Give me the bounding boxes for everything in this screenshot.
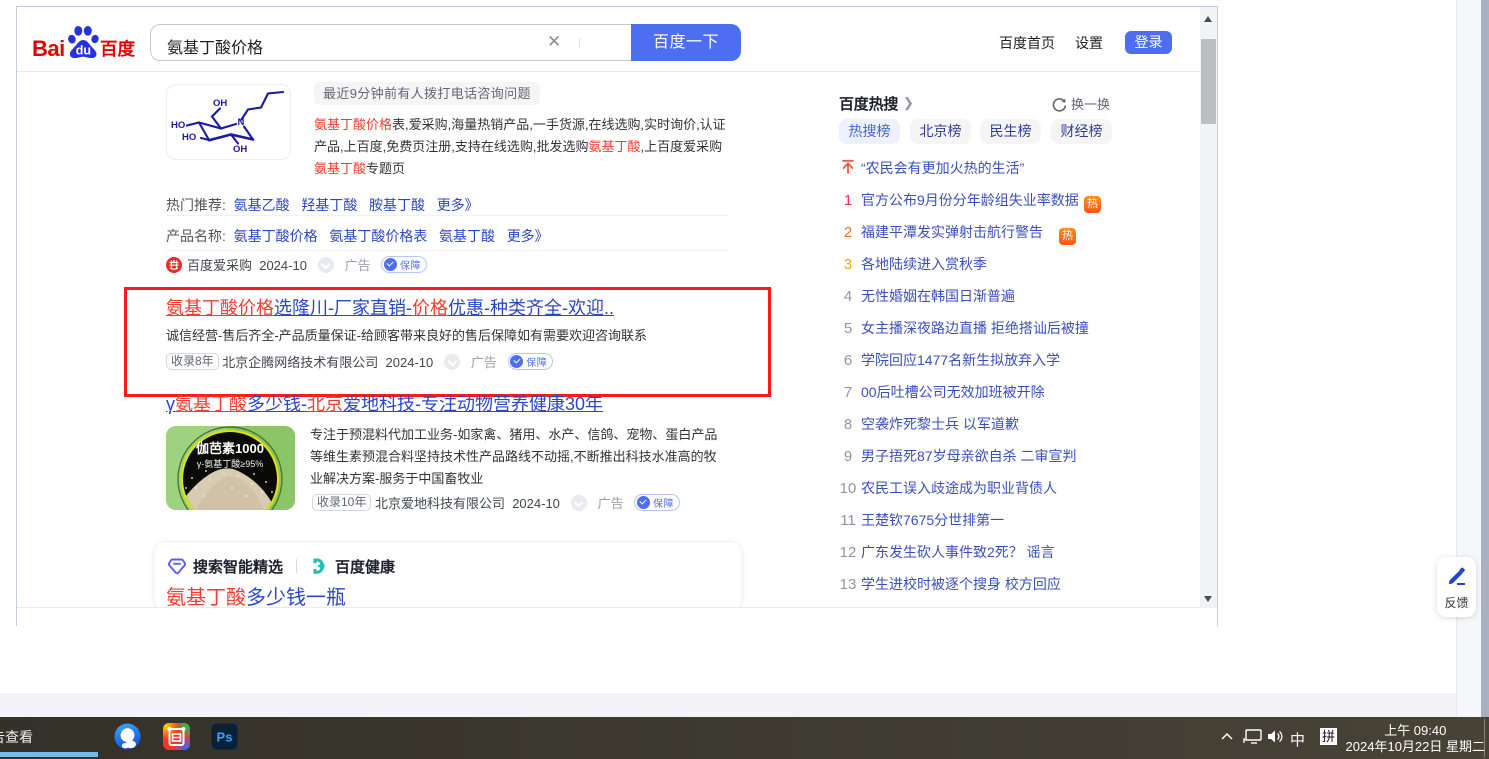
- svg-text:HO: HO: [182, 132, 196, 143]
- svg-text:du: du: [76, 44, 91, 58]
- svg-text:Ps: Ps: [217, 730, 233, 745]
- svg-text:N: N: [238, 117, 245, 128]
- svg-text:OH: OH: [233, 144, 247, 155]
- svg-text:γ-氨基丁酸≥95%: γ-氨基丁酸≥95%: [197, 458, 263, 469]
- svg-text:OH: OH: [213, 98, 227, 109]
- svg-text:HO: HO: [171, 120, 185, 131]
- svg-text:伽芭素1000: 伽芭素1000: [196, 441, 264, 456]
